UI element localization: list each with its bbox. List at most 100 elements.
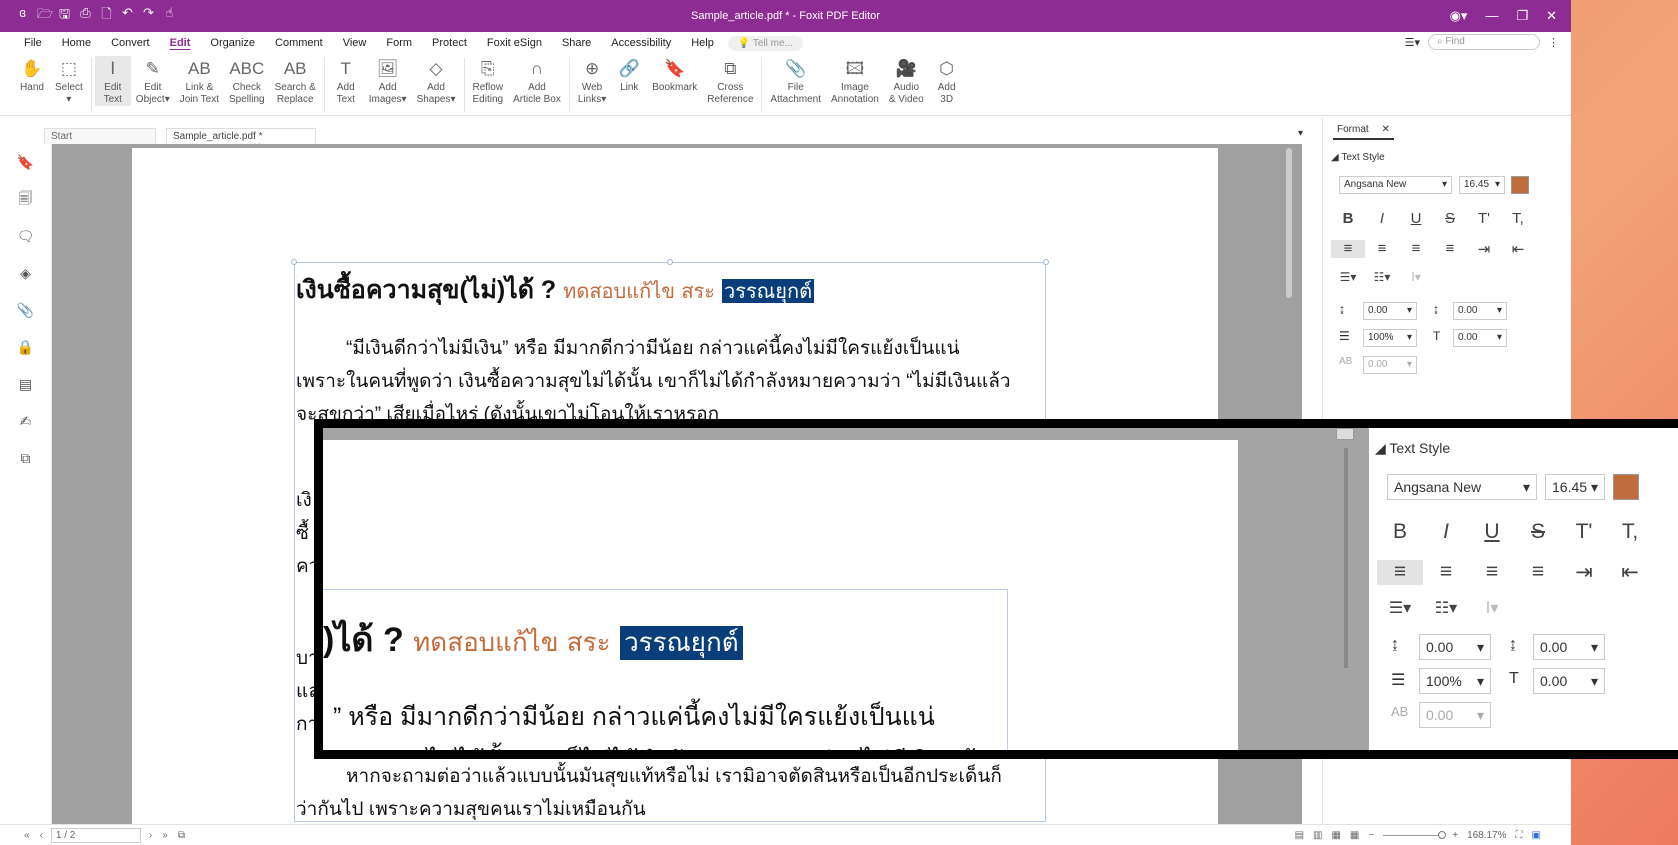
pages-icon[interactable]: 🗐	[0, 181, 51, 218]
ribbon-button-add-3d[interactable]: ⬡ Add 3D	[929, 56, 965, 106]
new-icon[interactable]: 🗋	[100, 5, 113, 27]
outdent-icon[interactable]: ⇤	[1501, 240, 1535, 258]
close-button[interactable]: ✕	[1546, 8, 1557, 24]
text-style-heading[interactable]: ◢ Text Style	[1331, 152, 1385, 163]
menu-comment[interactable]: Comment	[265, 37, 333, 49]
ribbon-button-file-attachment[interactable]: 📎 File Attachment	[765, 56, 826, 106]
strikethrough-icon[interactable]: S	[1433, 210, 1467, 227]
ribbon-button-add-images[interactable]: 🖼 Add Images▾	[364, 56, 412, 106]
resize-handle[interactable]	[291, 259, 297, 265]
numbered-list-icon[interactable]: ☷▾	[1365, 270, 1399, 284]
tab-start[interactable]: Start	[44, 128, 156, 144]
undo-icon[interactable]: ↶	[121, 5, 134, 27]
copy-page-icon[interactable]: ⧉	[178, 830, 185, 841]
security-icon[interactable]: 🔒	[0, 329, 51, 366]
format-tab[interactable]: Format ✕	[1333, 124, 1394, 140]
hand-tool-icon[interactable]: ☝	[163, 5, 176, 27]
font-family-select[interactable]: Angsana New ▾	[1339, 176, 1452, 194]
ribbon-button-web-links[interactable]: ⊕ Web Links▾	[573, 56, 611, 106]
ribbon-button-search-replace[interactable]: AB Search & Replace	[270, 56, 321, 106]
menu-organize[interactable]: Organize	[200, 37, 265, 49]
ribbon-button-link-join-text[interactable]: AB Link & Join Text	[175, 56, 224, 106]
ribbon-button-bookmark[interactable]: 🔖 Bookmark	[647, 56, 702, 94]
restore-button[interactable]: ❐	[1516, 8, 1528, 24]
ribbon-button-hand[interactable]: ✋ Hand	[14, 56, 50, 94]
menu-form[interactable]: Form	[376, 37, 422, 49]
page-number-input[interactable]: 1 / 2	[50, 827, 141, 843]
last-page-icon[interactable]: »	[162, 830, 168, 841]
close-panel-icon[interactable]: ✕	[1381, 124, 1389, 135]
next-page-icon[interactable]: ›	[149, 830, 152, 841]
continuous-facing-icon[interactable]: ▦	[1350, 830, 1359, 841]
title-subtitle[interactable]: ทดสอบแก้ไข สระ	[563, 279, 715, 303]
ribbon-button-audio-video[interactable]: 🎥 Audio & Video	[884, 56, 929, 106]
resize-handle[interactable]	[1043, 259, 1049, 265]
ribbon-button-edit-text[interactable]: Ⅰ Edit Text	[94, 56, 131, 106]
ribbon-button-edit-object[interactable]: ✎ Edit Object▾	[131, 56, 175, 106]
open-icon[interactable]: 🗁	[37, 5, 53, 27]
resize-handle[interactable]	[667, 259, 673, 265]
justify-icon[interactable]: ≡	[1433, 240, 1467, 258]
italic-icon[interactable]: I	[1365, 210, 1399, 227]
print-icon[interactable]: ⎙	[79, 5, 92, 27]
find-input[interactable]: ⌕ Find	[1428, 34, 1540, 50]
font-color-swatch[interactable]	[1511, 176, 1529, 194]
signature-icon[interactable]: ✍	[0, 403, 51, 440]
title-bold[interactable]: เงินซื้อความสุข(ไม่)ได้ ?	[296, 276, 556, 304]
zoom-level[interactable]: 168.17%	[1467, 830, 1506, 841]
menu-help[interactable]: Help	[681, 37, 724, 49]
save-icon[interactable]: 🖫	[58, 5, 71, 27]
tab-document[interactable]: Sample_article.pdf * ✕	[166, 128, 316, 153]
zoom-out-icon[interactable]: −	[1368, 830, 1374, 841]
collapse-icon[interactable]: ◢	[1331, 152, 1339, 163]
first-page-icon[interactable]: «	[24, 830, 30, 841]
comments-icon[interactable]: 🗨	[0, 218, 51, 255]
menu-view[interactable]: View	[333, 37, 377, 49]
paragraph-line[interactable]: หากจะถามต่อว่าแล้วแบบนั้นมันสุขแท้หรือไม…	[296, 760, 1056, 793]
align-left-icon[interactable]: ≡	[1331, 240, 1365, 258]
menu-foxit-esign[interactable]: Foxit eSign	[477, 37, 552, 49]
minimize-button[interactable]: —	[1485, 8, 1498, 24]
prev-page-icon[interactable]: ‹	[40, 830, 43, 841]
menu-share[interactable]: Share	[552, 37, 601, 49]
more-options-icon[interactable]: ⋮	[1548, 36, 1559, 49]
indent-icon[interactable]: ⇥	[1467, 240, 1501, 258]
word-spacing-input[interactable]: 0.00 ▾	[1363, 356, 1417, 374]
attachments-icon[interactable]: 📎	[0, 292, 51, 329]
redo-icon[interactable]: ↷	[142, 5, 155, 27]
text-direction-icon[interactable]: Ⅰ▾	[1399, 270, 1433, 284]
menu-home[interactable]: Home	[52, 37, 101, 49]
bullet-list-icon[interactable]: ☰▾	[1331, 270, 1365, 284]
ribbon-button-add-article-box[interactable]: ∩ Add Article Box	[508, 56, 566, 106]
document-properties-icon[interactable]: ▤	[0, 366, 51, 403]
paragraph-line[interactable]: เพราะในคนที่พูดว่า เงินซื้อความสุขไม่ได้…	[296, 365, 1056, 398]
account-icon[interactable]: ◉▾	[1450, 8, 1468, 24]
zoom-slider-knob[interactable]	[1438, 830, 1447, 839]
layers-icon[interactable]: ◈	[0, 255, 51, 292]
superscript-icon[interactable]: T'	[1467, 210, 1501, 227]
paragraph-line[interactable]: “มีเงินดีกว่าไม่มีเงิน” หรือ มีมากดีกว่า…	[296, 332, 1056, 365]
zoom-in-icon[interactable]: +	[1452, 830, 1458, 841]
article-title[interactable]: เงินซื้อความสุข(ไม่)ได้ ? ทดสอบแก้ไข สระ…	[296, 270, 815, 310]
subscript-icon[interactable]: T,	[1501, 210, 1535, 227]
ribbon-button-add-shapes[interactable]: ◇ Add Shapes▾	[412, 56, 461, 106]
align-center-icon[interactable]: ≡	[1365, 240, 1399, 258]
bold-icon[interactable]: B	[1331, 210, 1365, 227]
ribbon-button-select[interactable]: ⬚ Select ▾	[50, 56, 88, 106]
tell-me-search[interactable]: 💡 Tell me...	[727, 35, 803, 51]
paragraph-line[interactable]: ว่ากันไป เพราะความสุขคนเราไม่เหมือนกัน	[296, 793, 1056, 824]
ribbon-button-link[interactable]: 🔗 Link	[611, 56, 647, 94]
line-spacing-input[interactable]: 0.00 ▾	[1363, 302, 1417, 320]
char-spacing-input[interactable]: 0.00 ▾	[1453, 329, 1507, 347]
font-size-select[interactable]: 16.45 ▾	[1459, 176, 1505, 194]
ribbon-button-cross-reference[interactable]: ⧉ Cross Reference	[702, 56, 758, 106]
fit-page-icon[interactable]: ⛶	[1516, 830, 1523, 841]
ribbon-button-add-text[interactable]: T Add Text	[328, 56, 364, 106]
fullscreen-icon[interactable]: ▣	[1532, 830, 1541, 841]
menu-protect[interactable]: Protect	[422, 37, 477, 49]
align-right-icon[interactable]: ≡	[1399, 240, 1433, 258]
underline-icon[interactable]: U	[1399, 210, 1433, 227]
horizontal-scale-input[interactable]: 100% ▾	[1363, 329, 1417, 347]
vertical-scrollbar[interactable]	[1286, 148, 1292, 298]
menu-accessibility[interactable]: Accessibility	[601, 37, 681, 49]
